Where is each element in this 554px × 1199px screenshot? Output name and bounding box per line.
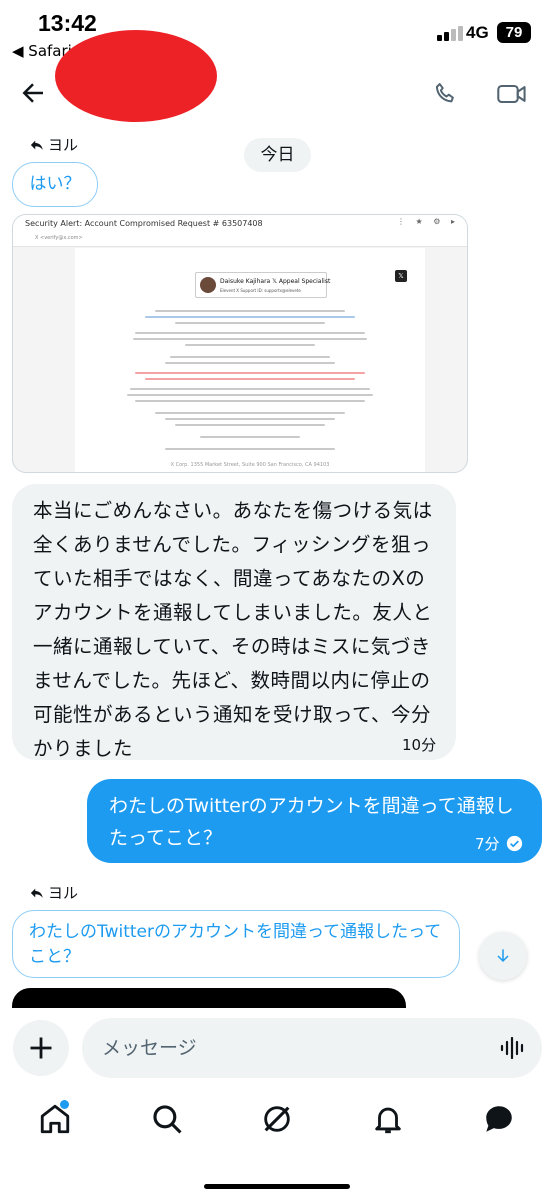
- text-line: [135, 372, 365, 374]
- back-arrow-icon[interactable]: [18, 78, 48, 108]
- sent-message-bubble[interactable]: わたしのTwitterのアカウントを間違って通報したってこと？ 7分: [87, 779, 542, 863]
- x-logo-icon: 𝕏: [395, 270, 407, 282]
- quoted-reply-bubble[interactable]: はい？: [12, 162, 98, 207]
- received-message-bubble[interactable]: 本当にごめんなさい。あなたを傷つける気は全くありませんでした。フィッシングを狙っ…: [12, 484, 456, 760]
- received-message-text: 本当にごめんなさい。あなたを傷つける気は全くありませんでした。フィッシングを狙っ…: [33, 499, 433, 760]
- messages-icon[interactable]: [482, 1102, 516, 1136]
- text-line: [165, 448, 335, 450]
- text-line: [165, 362, 335, 364]
- email-body: 𝕏 Daisuke Kajihara 𝕏 Appeal Specialist E…: [75, 248, 425, 472]
- text-line: [135, 400, 365, 402]
- reply-arrow-icon: [30, 888, 43, 898]
- text-line: [185, 344, 315, 346]
- reply-user-label: ヨル: [48, 136, 79, 154]
- battery-icon: 79: [497, 22, 531, 43]
- home-indicator: [204, 1184, 350, 1189]
- redacted-avatar-name: [55, 30, 217, 122]
- plus-icon: [30, 1037, 52, 1059]
- text-line: [175, 424, 325, 426]
- video-call-icon[interactable]: [496, 80, 528, 108]
- read-check-icon: [506, 835, 522, 852]
- add-attachment-button[interactable]: [13, 1020, 69, 1076]
- network-type: 4G: [466, 23, 489, 42]
- sent-message-text: わたしのTwitterのアカウントを間違って通報したってこと？: [109, 795, 514, 849]
- notifications-bell-icon[interactable]: [371, 1102, 405, 1136]
- status-time: 13:42: [38, 10, 97, 36]
- date-divider: 今日: [244, 138, 311, 172]
- reply-user-label: ヨル: [48, 884, 79, 902]
- text-line: [170, 356, 330, 358]
- text-line: [165, 418, 335, 420]
- email-sender: X <verify@x.com>: [35, 235, 83, 241]
- voice-message-icon[interactable]: [500, 1036, 526, 1060]
- search-icon[interactable]: [150, 1102, 184, 1136]
- text-line: [135, 332, 365, 334]
- quoted-reply-bubble[interactable]: わたしのTwitterのアカウントを間違って通報したってこと？: [12, 910, 460, 978]
- text-line: [127, 394, 373, 396]
- message-timestamp: 7分: [475, 835, 500, 853]
- sender-name: Daisuke Kajihara 𝕏 Appeal Specialist: [220, 278, 331, 285]
- sender-role: Elevent X Support ID: supportx@elevete: [220, 288, 301, 293]
- text-line: [145, 316, 355, 318]
- reply-indicator: ヨル: [30, 134, 78, 155]
- text-line: [175, 322, 325, 324]
- text-line: [133, 338, 367, 340]
- signal-icon: [437, 25, 463, 41]
- bottom-tab-bar: [0, 1090, 554, 1150]
- attached-image[interactable]: Security Alert: Account Compromised Requ…: [12, 214, 468, 473]
- text-line: [130, 388, 370, 390]
- text-line: [200, 436, 300, 438]
- message-input[interactable]: [82, 1018, 542, 1078]
- email-footer: X Corp. 1355 Market Street, Suite 900 Sa…: [170, 462, 330, 468]
- sender-avatar: [200, 277, 216, 293]
- text-line: [155, 412, 345, 414]
- message-timestamp: 10分: [402, 736, 437, 754]
- grok-icon[interactable]: [260, 1102, 294, 1136]
- text-line: [155, 310, 345, 312]
- text-line: [145, 378, 355, 380]
- reply-arrow-icon: [30, 140, 43, 150]
- phone-icon[interactable]: [432, 80, 460, 108]
- reply-indicator: ヨル: [30, 882, 78, 903]
- email-toolbar-icons: ⋮ ★ ⚙ ▸: [397, 217, 459, 226]
- arrow-down-icon: [497, 949, 509, 963]
- notification-dot: [60, 1100, 69, 1109]
- scroll-to-bottom-button[interactable]: [479, 932, 527, 980]
- email-header: Security Alert: Account Compromised Requ…: [13, 215, 467, 247]
- sent-meta: 7分: [475, 833, 523, 854]
- sender-card: Daisuke Kajihara 𝕏 Appeal Specialist Ele…: [195, 272, 331, 298]
- email-subject: Security Alert: Account Compromised Requ…: [25, 219, 263, 228]
